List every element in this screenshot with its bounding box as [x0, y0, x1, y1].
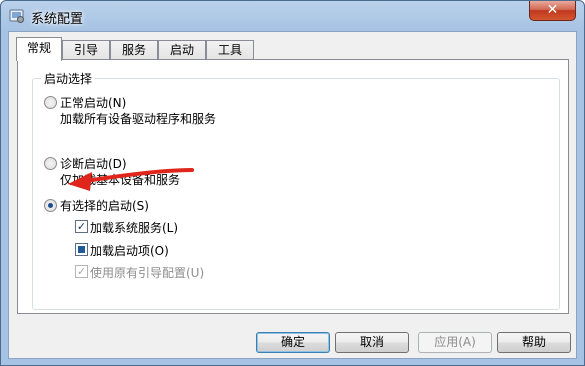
diagnostic-startup-description: 仅加载基本设备和服务	[60, 173, 181, 187]
load-system-services-label[interactable]: 加载系统服务(L)	[90, 219, 178, 236]
startup-selection-group: 启动选择 正常启动(N) 加载所有设备驱动程序和服务 诊断启动(D) 仅加载基本…	[32, 70, 560, 310]
selective-startup-radio[interactable]	[44, 199, 57, 212]
tab-label: 启动	[169, 43, 194, 57]
help-button[interactable]: 帮助	[497, 332, 571, 353]
tab-boot[interactable]: 引导	[62, 40, 110, 59]
load-system-services-checkbox[interactable]: ✓	[75, 220, 88, 233]
msconfig-icon	[9, 9, 24, 23]
selective-startup-label[interactable]: 有选择的启动(S)	[60, 197, 149, 214]
normal-startup-radio[interactable]	[44, 96, 57, 109]
load-startup-items-checkbox[interactable]	[75, 243, 88, 256]
apply-button: 应用(A)	[418, 332, 492, 353]
group-title: 启动选择	[41, 70, 96, 87]
normal-startup-label[interactable]: 正常启动(N)	[60, 94, 126, 111]
load-startup-items-label[interactable]: 加载启动项(O)	[90, 242, 169, 259]
close-button[interactable]: ✕	[529, 1, 576, 21]
window-title: 系统配置	[31, 12, 84, 27]
tab-tools[interactable]: 工具	[206, 40, 254, 59]
tab-services[interactable]: 服务	[110, 40, 158, 59]
close-icon: ✕	[546, 2, 559, 18]
diagnostic-startup-radio[interactable]	[44, 157, 57, 170]
title-bar[interactable]: 系统配置 ✕	[1, 1, 584, 31]
tab-startup[interactable]: 启动	[158, 40, 206, 59]
tab-label: 常规	[26, 41, 51, 55]
dialog-client-area: 常规 引导 服务 启动 工具 启动选择 正常启动(N) 加载所有设备驱动程序和服…	[8, 31, 577, 359]
use-original-boot-config-checkbox: ✓	[75, 265, 88, 278]
diagnostic-startup-label[interactable]: 诊断启动(D)	[60, 155, 127, 172]
normal-startup-description: 加载所有设备驱动程序和服务	[60, 112, 217, 126]
tab-label: 引导	[73, 43, 98, 57]
system-config-window: 系统配置 ✕ 常规 引导 服务 启动 工具 启动选择 正常启动(N) 加载所有设…	[0, 0, 585, 366]
tab-general[interactable]: 常规	[16, 37, 62, 61]
use-original-boot-config-label: 使用原有引导配置(U)	[90, 266, 205, 280]
tab-label: 工具	[217, 43, 242, 57]
tab-label: 服务	[121, 43, 146, 57]
cancel-button[interactable]: 取消	[335, 332, 409, 353]
ok-button[interactable]: 确定	[256, 332, 330, 353]
general-tab-panel: 启动选择 正常启动(N) 加载所有设备驱动程序和服务 诊断启动(D) 仅加载基本…	[17, 59, 569, 314]
